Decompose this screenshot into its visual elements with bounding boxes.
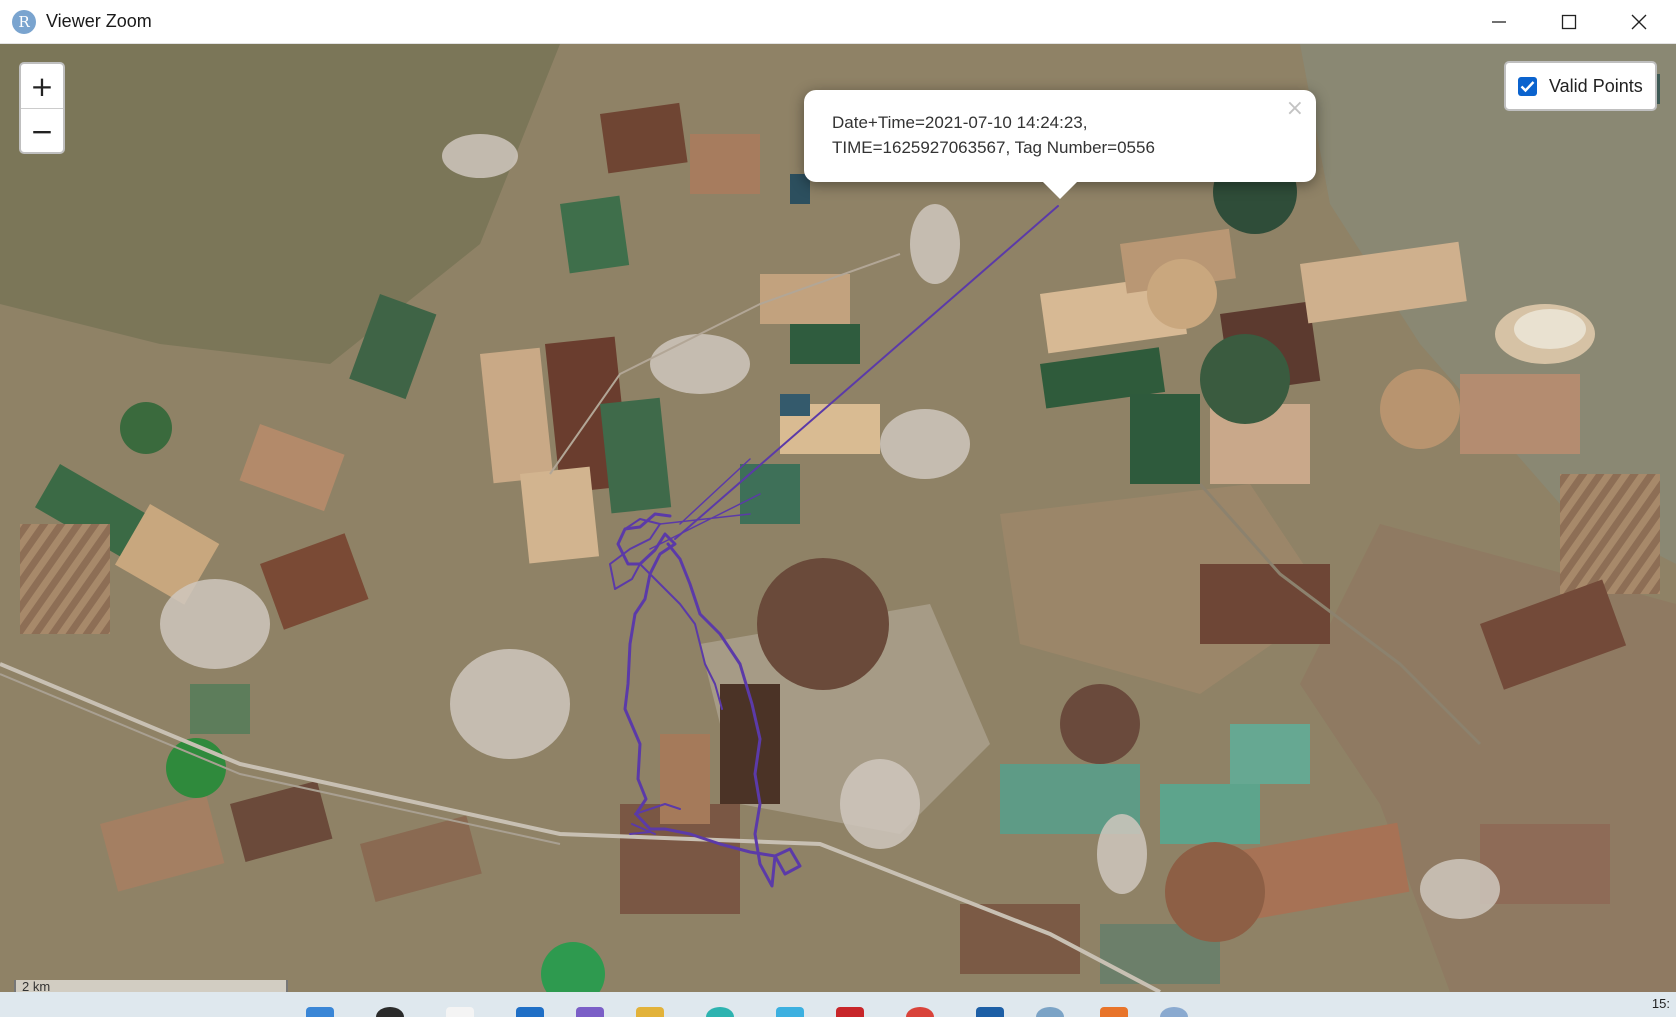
zoom-out-button[interactable]: − [21,109,63,152]
document-icon[interactable] [446,1007,474,1017]
scale-bar: 2 km [14,980,288,992]
app-icon-red[interactable] [906,1007,934,1017]
taskbar: 15: [0,992,1676,1017]
maximize-button[interactable] [1536,0,1602,44]
app-icon-navy[interactable] [976,1007,1004,1017]
close-icon [1631,14,1647,30]
minimize-button[interactable] [1466,0,1532,44]
popup-text: Date+Time=2021-07-10 14:24:23, TIME=1625… [832,113,1155,157]
valid-points-checkbox[interactable] [1518,76,1537,96]
r-app-icon: R [12,10,36,34]
app-icon-lightblue[interactable] [776,1007,804,1017]
popup-tip [1042,181,1078,199]
layer-control[interactable]: Valid Points [1504,61,1657,111]
app-icon-orange[interactable] [1100,1007,1128,1017]
app-icon-gray[interactable] [1036,1007,1064,1017]
valid-points-label: Valid Points [1549,75,1643,96]
window-title: Viewer Zoom [46,11,152,31]
maximize-icon [1561,14,1577,30]
checkmark-icon [1520,80,1535,92]
close-window-button[interactable] [1606,0,1672,44]
app-icon-dark[interactable] [376,1007,404,1017]
point-popup: Date+Time=2021-07-10 14:24:23, TIME=1625… [804,90,1316,182]
zoom-in-button[interactable]: + [21,64,63,108]
zoom-control: + − [19,62,65,154]
folder-icon[interactable] [636,1007,664,1017]
viewer-window: R Viewer Zoom + − Valid Points Date+Time… [0,0,1676,1017]
popup-close-button[interactable]: × [1286,96,1304,121]
clock: 15: [1651,996,1670,1011]
file-explorer-icon[interactable] [306,1007,334,1017]
map-canvas[interactable]: + − Valid Points Date+Time=2021-07-10 14… [0,44,1676,992]
r-taskbar-icon[interactable] [1160,1007,1188,1017]
app-icon-blue[interactable] [516,1007,544,1017]
title-bar: R Viewer Zoom [0,0,1676,44]
app-icon-teal[interactable] [706,1007,734,1017]
pdf-icon[interactable] [836,1007,864,1017]
minimize-icon [1492,21,1506,23]
satellite-imagery [0,44,1676,992]
app-icon-purple[interactable] [576,1007,604,1017]
